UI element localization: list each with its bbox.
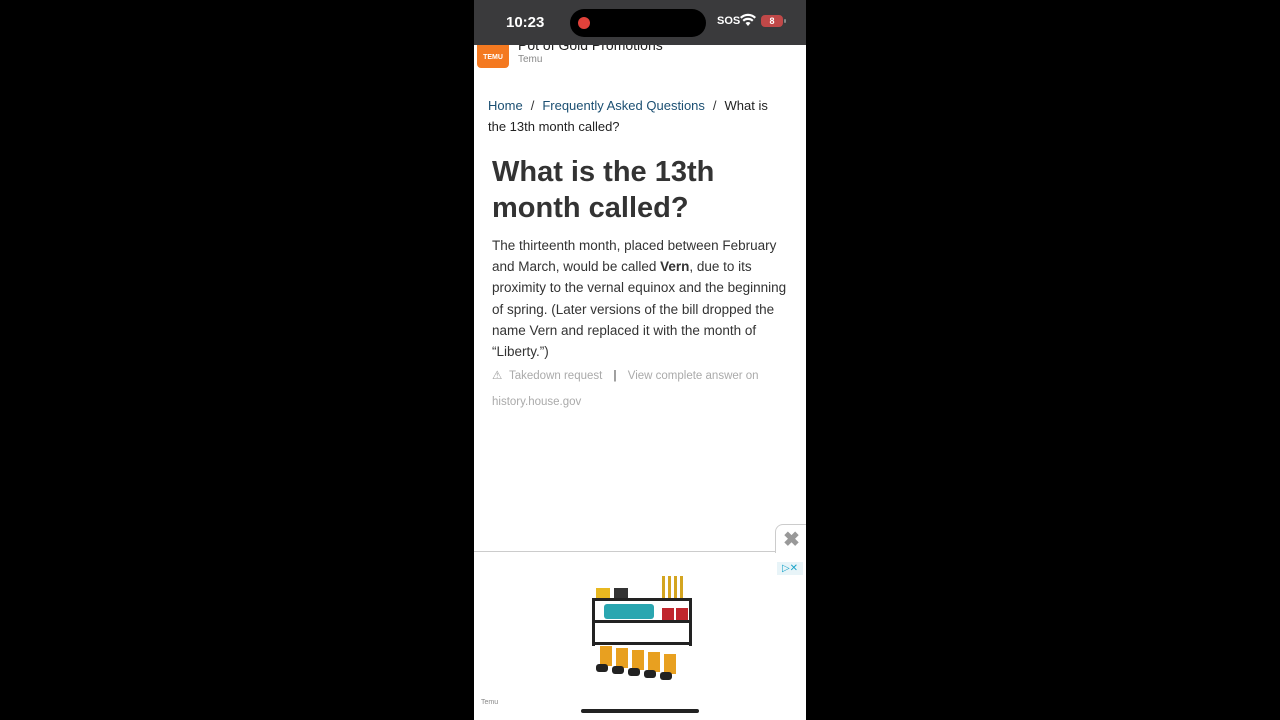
view-answer-label[interactable]: View complete answer on: [628, 370, 759, 382]
clock: 10:23: [506, 14, 545, 31]
answer-meta: ⚠ Takedown request | View complete answe…: [492, 363, 792, 415]
wifi-icon: [740, 13, 756, 26]
product-image[interactable]: [582, 570, 702, 682]
home-indicator[interactable]: [581, 709, 699, 713]
status-bar: 10:23 SOS 8: [474, 0, 806, 45]
breadcrumb-home[interactable]: Home: [488, 98, 523, 113]
breadcrumb-separator: /: [712, 98, 717, 113]
ad-brand: Temu: [481, 699, 499, 706]
takedown-request-link[interactable]: Takedown request: [509, 370, 602, 382]
answer-text: The thirteenth month, placed between Feb…: [492, 235, 792, 362]
adchoices-icon[interactable]: ▷✕: [777, 562, 803, 575]
page-title: What is the 13th month called?: [492, 156, 715, 224]
bottom-ad[interactable]: ▷✕ Temu: [474, 551, 806, 720]
breadcrumb-faq[interactable]: Frequently Asked Questions: [542, 98, 705, 113]
close-ad-button[interactable]: ✖: [775, 524, 806, 553]
warning-icon: ⚠: [492, 370, 503, 382]
sos-indicator: SOS: [717, 15, 741, 27]
meta-separator: |: [613, 370, 617, 382]
phone-screen: 10:23 SOS 8 TEMU Pot of Gold Promotions …: [474, 0, 806, 720]
ad-advertiser: Temu: [518, 54, 543, 65]
dynamic-island: [570, 9, 706, 37]
breadcrumb: Home / Frequently Asked Questions / What is …: [488, 95, 788, 137]
answer-highlight: Vern: [660, 259, 690, 275]
source-link[interactable]: history.house.gov: [492, 396, 581, 408]
recording-icon: [578, 17, 590, 29]
battery-icon: 8: [761, 15, 786, 27]
breadcrumb-separator: /: [530, 98, 535, 113]
